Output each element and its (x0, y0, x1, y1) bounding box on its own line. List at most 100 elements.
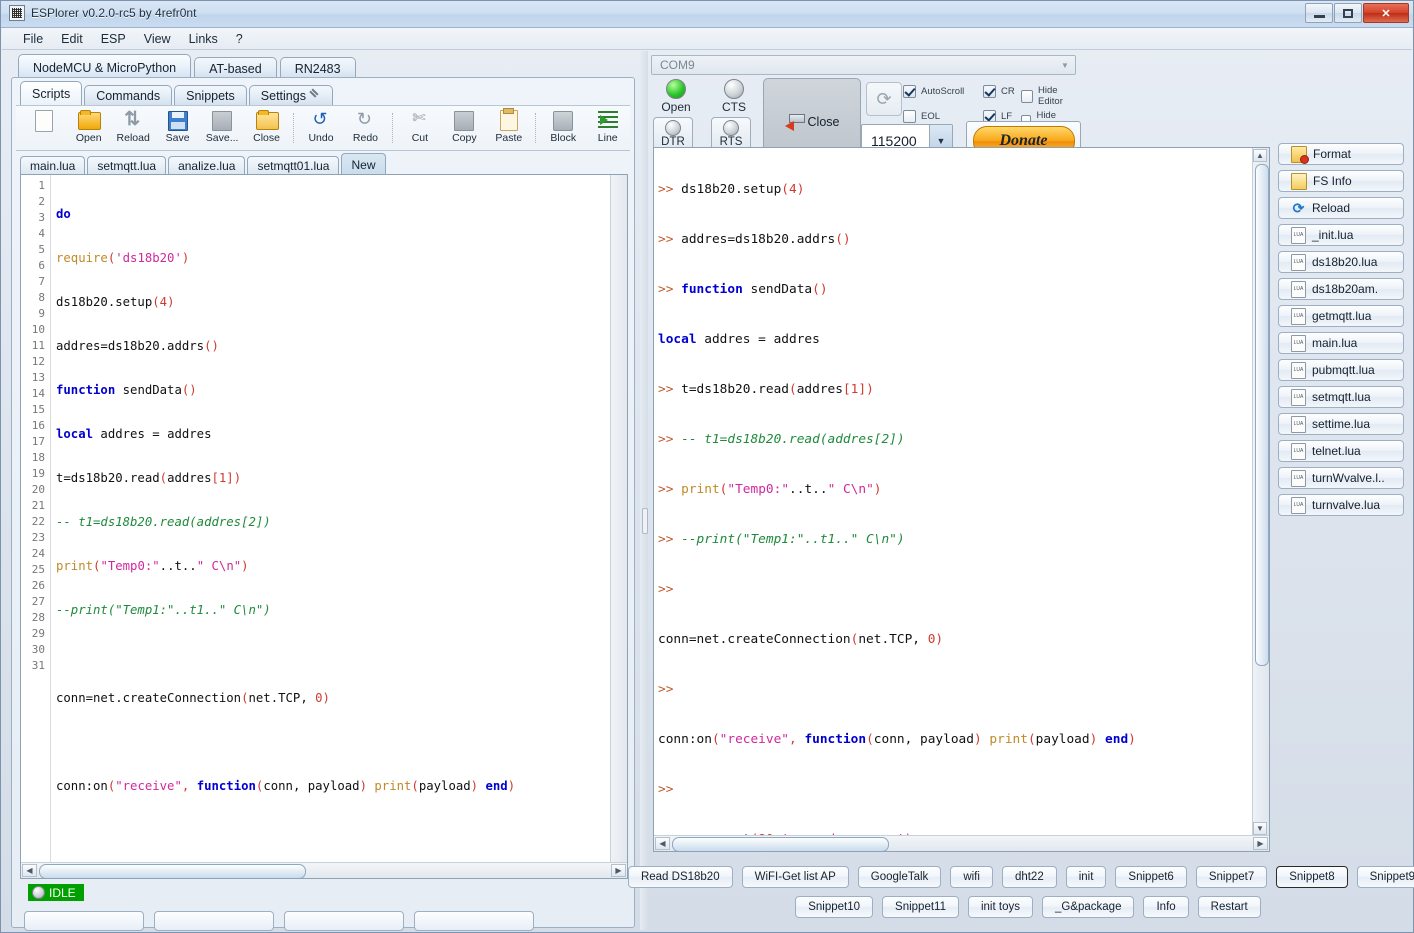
close-file-button[interactable]: Close (244, 107, 288, 149)
menu-item-view[interactable]: View (137, 30, 178, 48)
file-tab-analize-lua[interactable]: analize.lua (168, 156, 246, 175)
line-number: 21 (31, 499, 45, 512)
terminal-scroll-left-icon[interactable]: ◀ (655, 837, 670, 850)
device-file-turnvalve-lua[interactable]: LUA turnvalve.lua (1278, 494, 1404, 516)
snippet-init-toys[interactable]: init toys (967, 896, 1033, 918)
terminal-scroll-right-icon[interactable]: ▶ (1253, 837, 1268, 850)
fs-info-button[interactable]: FS Info (1278, 170, 1404, 192)
terminal-vscroll-thumb[interactable] (1255, 164, 1269, 666)
file-tab-new[interactable]: New (341, 153, 386, 175)
device-file-getmqtt-lua[interactable]: LUA getmqtt.lua (1278, 305, 1404, 327)
refresh-ports-button[interactable]: ⟳ (866, 82, 902, 116)
new-file-button[interactable] (22, 107, 66, 149)
snippet-info[interactable]: Info (1143, 896, 1189, 918)
hide-editor-checkbox[interactable]: Hide Editor (1021, 85, 1081, 107)
device-file-label: settime.lua (1312, 417, 1371, 431)
cr-checkbox[interactable]: CR (983, 85, 1015, 98)
partial-button-2[interactable] (154, 911, 274, 931)
device-file-setmqtt-lua[interactable]: LUA setmqtt.lua (1278, 386, 1404, 408)
code-editor[interactable]: 1 2 3 4 5 6 7 8 9 10 11 12 13 14 15 16 17 18 19 20 21 22 23 24 2… (20, 174, 628, 879)
editor-vertical-scrollbar[interactable] (610, 175, 627, 863)
editor-horizontal-scrollbar[interactable]: ◀ ▶ (21, 862, 627, 878)
file-tab-setmqtt-lua[interactable]: setmqtt.lua (87, 156, 167, 175)
device-reload-button[interactable]: ⟳ Reload (1278, 197, 1404, 219)
paste-button[interactable]: Paste (487, 107, 531, 149)
file-tab-main-lua[interactable]: main.lua (20, 156, 86, 175)
editor-hscroll-thumb[interactable] (39, 864, 306, 878)
terminal-scroll-up-icon[interactable]: ▲ (1253, 149, 1267, 162)
save-as-button[interactable]: Save... (200, 107, 244, 149)
device-file-telnet-lua[interactable]: LUA telnet.lua (1278, 440, 1404, 462)
device-file-init-lua[interactable]: LUA _init.lua (1278, 224, 1404, 246)
autoscroll-checkbox[interactable]: AutoScroll (903, 85, 964, 98)
terminal-scroll-down-icon[interactable]: ▼ (1253, 822, 1267, 835)
open-button[interactable]: Open (66, 107, 110, 149)
snippet-9[interactable]: Snippet9 (1356, 866, 1414, 888)
line-number: 19 (31, 467, 45, 480)
device-file-main-lua[interactable]: LUA main.lua (1278, 332, 1404, 354)
scroll-left-arrow-icon[interactable]: ◀ (22, 864, 37, 877)
rts-toggle-button[interactable]: RTS (711, 117, 751, 151)
redo-button[interactable]: ↻ Redo (343, 107, 387, 149)
minimize-button[interactable] (1305, 3, 1333, 23)
device-file-label: setmqtt.lua (1312, 390, 1371, 404)
scroll-right-arrow-icon[interactable]: ▶ (611, 864, 626, 877)
cut-button[interactable]: ✄ Cut (398, 107, 442, 149)
snippet-read-ds18b20[interactable]: Read DS18b20 (627, 866, 733, 888)
snippet-8[interactable]: Snippet8 (1276, 866, 1348, 888)
terminal-hscroll-thumb[interactable] (672, 837, 889, 851)
split-divider[interactable] (640, 51, 648, 930)
maximize-button[interactable] (1334, 3, 1362, 23)
snippet-g-package[interactable]: _G&package (1041, 896, 1135, 918)
device-file-turnwvalve-lua[interactable]: LUA turnWvalve.l.. (1278, 467, 1404, 489)
device-file-settime-lua[interactable]: LUA settime.lua (1278, 413, 1404, 435)
menu-item-esp[interactable]: ESP (94, 30, 133, 48)
reload-button[interactable]: ⇅ Reload (111, 107, 155, 149)
device-file-ds18b20am[interactable]: LUA ds18b20am. (1278, 278, 1404, 300)
tab-scripts[interactable]: Scripts (20, 81, 83, 106)
menu-item-file[interactable]: File (16, 30, 50, 48)
format-button[interactable]: Format (1278, 143, 1404, 165)
snippet-googletalk[interactable]: GoogleTalk (857, 866, 942, 888)
snippet-6[interactable]: Snippet6 (1115, 866, 1187, 888)
snippet-7[interactable]: Snippet7 (1195, 866, 1268, 888)
terminal-horizontal-scrollbar[interactable]: ◀ ▶ (654, 835, 1269, 851)
eol-checkbox[interactable]: EOL (903, 110, 940, 123)
line-number: 13 (31, 371, 45, 384)
code-text-area[interactable]: do require('ds18b20') ds18b20.setup(4) a… (52, 175, 611, 863)
tab-commands[interactable]: Commands (84, 85, 173, 106)
snippet-dht22[interactable]: dht22 (1001, 866, 1057, 888)
terminal-vertical-scrollbar[interactable]: ▲ ▼ (1252, 148, 1269, 836)
device-file-pubmqtt-lua[interactable]: LUA pubmqtt.lua (1278, 359, 1404, 381)
file-tab-setmqtt01-lua[interactable]: setmqtt01.lua (247, 156, 340, 175)
snippet-11[interactable]: Snippet11 (882, 896, 959, 918)
serial-terminal[interactable]: >> ds18b20.setup(4) >> addres=ds18b20.ad… (653, 147, 1270, 852)
snippet-10[interactable]: Snippet10 (795, 896, 874, 918)
terminal-output[interactable]: >> ds18b20.setup(4) >> addres=ds18b20.ad… (654, 148, 1253, 836)
chevron-down-icon[interactable]: ▼ (1057, 58, 1073, 72)
partial-button-4[interactable] (414, 911, 534, 931)
tab-snippets[interactable]: Snippets (174, 85, 247, 106)
tab-settings[interactable]: Settings (248, 85, 333, 106)
menu-item-edit[interactable]: Edit (54, 30, 90, 48)
send-block-button[interactable]: Block (541, 107, 585, 149)
dtr-toggle-button[interactable]: DTR (653, 117, 693, 151)
partial-button-1[interactable] (24, 911, 144, 931)
snippet-buttons: Read DS18b20 WiFI-Get list AP GoogleTalk… (627, 866, 1414, 926)
save-button[interactable]: Save (155, 107, 199, 149)
snippet-wifi-get-list-ap[interactable]: WiFI-Get list AP (741, 866, 849, 888)
device-file-label: _init.lua (1312, 228, 1354, 242)
snippet-wifi[interactable]: wifi (950, 866, 993, 888)
send-line-button[interactable]: Line (585, 107, 629, 149)
close-window-button[interactable]: ✕ (1363, 3, 1409, 23)
copy-button[interactable]: Copy (442, 107, 486, 149)
undo-button[interactable]: ↺ Undo (299, 107, 343, 149)
partial-button-3[interactable] (284, 911, 404, 931)
device-file-ds18b20-lua[interactable]: LUA ds18b20.lua (1278, 251, 1404, 273)
split-divider-grip[interactable] (642, 508, 648, 535)
snippet-init[interactable]: init (1065, 866, 1107, 888)
menu-item-help[interactable]: ? (229, 30, 250, 48)
menu-item-links[interactable]: Links (182, 30, 225, 48)
snippet-restart[interactable]: Restart (1197, 896, 1261, 918)
com-port-select[interactable]: COM9 ▼ (651, 55, 1076, 75)
